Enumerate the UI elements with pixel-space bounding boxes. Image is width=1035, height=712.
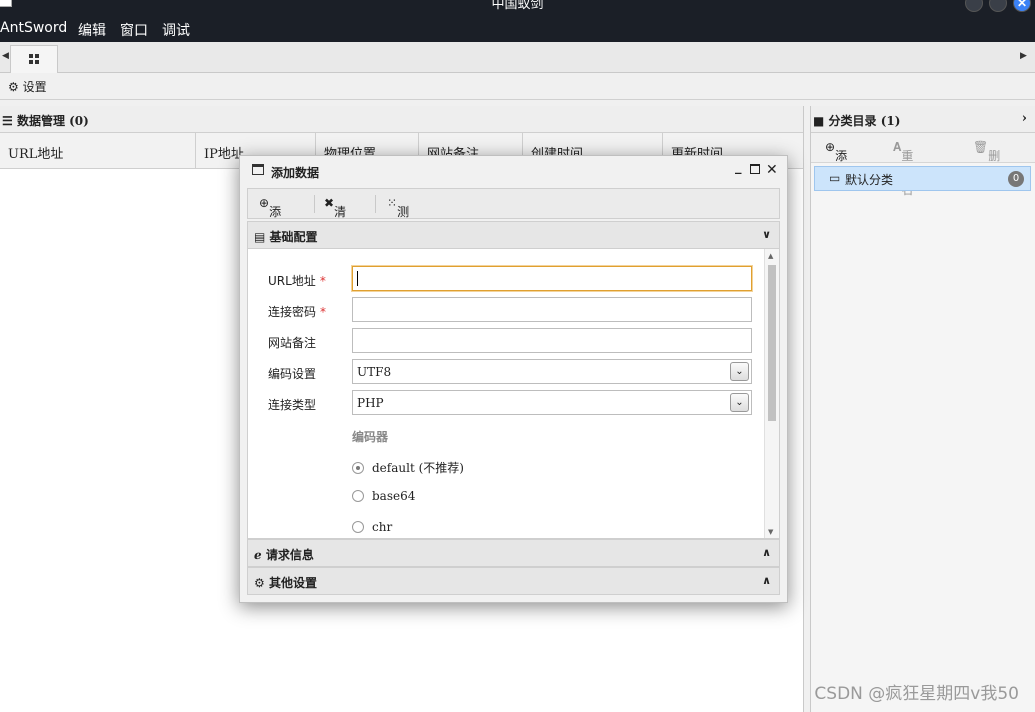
password-label: 连接密码 * [268,305,327,319]
encoding-value: UTF8 [357,365,392,379]
encoder-radio-base64[interactable]: base64 [352,489,415,503]
add-button[interactable]: ⊕ 添加 [259,196,281,236]
section-request-title: 请求信息 [265,548,314,562]
add-data-dialog: 添加数据 _ ✕ ⊕ 添加 ✖ 清空 ⁙ 测试连接 ▤ 基础配置 ∨ URL地址… [239,155,788,603]
grid-icon [29,54,39,64]
menu-edit[interactable]: 编辑 [78,20,106,40]
type-select[interactable]: PHP ⌄ [352,390,752,415]
chevron-down-icon: ⌄ [730,362,749,381]
tab-home[interactable] [10,45,58,73]
settings-toolbar: ⚙ 设置 [0,73,1035,100]
note-input[interactable] [352,328,752,353]
basic-config-form: URL地址 * 连接密码 * 网站备注 编码设置 UTF8 ⌄ 连接类型 PHP ⌄… [247,249,780,539]
menu-debug[interactable]: 调试 [162,20,190,40]
data-panel-title: 数据管理 (0) [16,114,89,128]
window-icon [252,164,264,175]
chevron-down-icon: ⌄ [730,393,749,412]
clear-button[interactable]: ✖ 清空 [324,196,346,236]
test-connection-button[interactable]: ⁙ 测试连接 [387,196,409,270]
section-basic-config[interactable]: ▤ 基础配置 ∨ [247,221,780,249]
encoding-select[interactable]: UTF8 ⌄ [352,359,752,384]
data-panel-header: ☰ 数据管理 (0) [0,106,803,133]
collapse-chevron-icon[interactable]: › [1022,111,1027,126]
section-basic-title: 基础配置 [269,230,318,244]
tab-bar: ◀ ▶ [0,42,1035,73]
dialog-minimize-icon[interactable]: _ [735,160,742,175]
dialog-close-icon[interactable]: ✕ [766,162,778,178]
column-url[interactable]: URL地址 [0,133,196,169]
form-scrollbar[interactable]: ▲ ▼ [764,249,779,538]
chevron-down-icon: ∨ [762,228,771,241]
document-icon: ▤ [254,230,266,244]
type-label: 连接类型 [268,398,317,412]
category-delete-button[interactable]: 🗑 删除 [973,140,1000,180]
gear-icon: ⚙ [8,80,19,94]
category-add-button[interactable]: ⊕ 添加 [825,140,847,180]
section-other-settings[interactable]: ⚙ 其他设置 ∧ [247,567,780,595]
menu-antsword[interactable]: AntSword [0,20,67,36]
category-count-badge: 0 [1008,171,1024,187]
encoding-label: 编码设置 [268,367,317,381]
encoder-default-label: default (不推荐) [372,461,464,475]
encoder-radio-chr[interactable]: chr [352,520,392,534]
edge-icon: ℯ [254,548,262,562]
tab-scroll-left-icon[interactable]: ◀ [2,51,9,61]
chevron-up-icon: ∧ [762,546,771,559]
url-input[interactable] [352,266,752,291]
dialog-toolbar: ⊕ 添加 ✖ 清空 ⁙ 测试连接 [247,188,780,270]
category-item-default[interactable]: ▭ 默认分类 0 [814,166,1031,191]
menu-bar: AntSword 编辑 窗口 调试 [0,16,1035,42]
section-request-info[interactable]: ℯ 请求信息 ∧ [247,539,780,567]
category-item-label: 默认分类 [845,173,894,187]
note-label: 网站备注 [268,336,317,350]
settings-label: 设置 [22,80,47,94]
settings-button[interactable]: ⚙ 设置 [8,78,47,95]
dialog-title: 添加数据 [271,166,320,180]
section-other-title: 其他设置 [268,576,317,590]
url-label: URL地址 * [268,274,326,288]
folder-icon: ■ [813,114,825,128]
toolbar-divider [314,195,315,213]
category-panel-title: 分类目录 (1) [828,114,901,128]
scroll-up-icon[interactable]: ▲ [768,252,773,260]
category-toolbar: ⊕ 添加 𝐀 重命名 🗑 删除 [811,133,1035,197]
list-icon: ☰ [2,114,13,128]
cogs-icon: ⚙ [254,576,265,590]
encoder-label: 编码器 [352,430,389,444]
title-bar: 中国蚁剑 ✕ [0,0,1035,16]
window-title: 中国蚁剑 [491,0,544,12]
dialog-maximize-icon[interactable] [750,164,760,174]
watermark: CSDN @疯狂星期四v我50 [814,684,1019,704]
menu-window[interactable]: 窗口 [120,20,148,40]
category-rename-button[interactable]: 𝐀 重命名 [893,140,913,197]
scroll-down-icon[interactable]: ▼ [768,528,773,536]
toolbar-divider [375,195,376,213]
chevron-up-icon: ∧ [762,574,771,587]
password-input[interactable] [352,297,752,322]
encoder-chr-label: chr [372,520,393,534]
encoder-radio-default[interactable]: default (不推荐) [352,459,464,476]
category-panel-header: ■ 分类目录 (1) › [811,106,1035,133]
tab-scroll-right-icon[interactable]: ▶ [1020,51,1027,61]
type-value: PHP [357,396,384,410]
folder-outline-icon: ▭ [829,171,841,185]
scroll-thumb[interactable] [768,265,776,421]
category-panel: ■ 分类目录 (1) › ⊕ 添加 𝐀 重命名 🗑 删除 ▭ 默认分类 0 [810,106,1035,712]
dialog-header[interactable]: 添加数据 _ ✕ [240,156,787,186]
encoder-base64-label: base64 [372,489,416,503]
